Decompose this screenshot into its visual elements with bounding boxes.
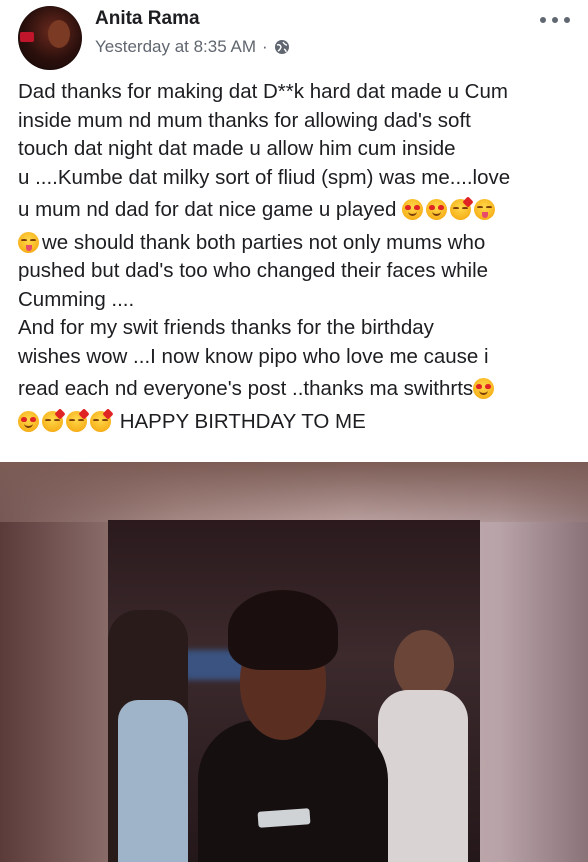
more-options-icon[interactable] <box>540 10 570 30</box>
kissing-heart-emoji <box>90 407 114 432</box>
post-timestamp[interactable]: Yesterday at 8:35 AM <box>95 37 256 57</box>
post-line: pushed but dad's too who changed their f… <box>18 259 489 282</box>
tongue-out-emoji <box>18 231 39 253</box>
post-line-with-emojis: read each nd everyone's post ..thanks ma… <box>18 375 578 404</box>
post-line: wishes wow ...I now know pipo who love m… <box>18 344 489 368</box>
post-line-with-emojis: HAPPY BIRTHDAY TO ME <box>18 407 578 437</box>
heart-eyes-emoji <box>402 199 424 220</box>
heart-eyes-emoji <box>426 199 448 220</box>
kissing-heart-emoji <box>42 407 66 432</box>
post-line-text: u mum nd dad for dat nice game u played <box>18 198 397 221</box>
post-line-text: HAPPY BIRTHDAY TO ME <box>119 409 366 433</box>
post-line: Cumming .... <box>18 287 135 311</box>
post-line: u ....Kumbe dat milky sort of fliud (spm… <box>18 165 511 189</box>
post-line: Dad thanks for making dat D**k hard dat … <box>18 80 508 103</box>
post-line-text: read each nd everyone's post ..thanks ma… <box>18 377 474 400</box>
post-line-text: we should thank both parties not only mu… <box>42 230 486 254</box>
post-header: Anita Rama Yesterday at 8:35 AM · <box>0 0 588 75</box>
photo-subject-area <box>108 520 480 862</box>
meta-separator: · <box>261 37 268 56</box>
post-line: inside mum nd mum thanks for allowing da… <box>18 108 471 132</box>
post-line-with-emojis: we should thank both parties not only mu… <box>18 229 578 258</box>
avatar[interactable] <box>18 6 82 70</box>
heart-eyes-emoji <box>18 410 39 432</box>
post-line-with-emojis: u mum nd dad for dat nice game u played <box>18 196 578 225</box>
post-meta: Yesterday at 8:35 AM · <box>95 37 290 57</box>
kissing-heart-emoji <box>66 407 90 432</box>
post-photo[interactable] <box>0 462 588 862</box>
post-line: touch dat night dat made u allow him cum… <box>18 137 456 160</box>
kissing-heart-emoji <box>450 196 474 220</box>
globe-icon[interactable] <box>274 39 290 55</box>
author-name[interactable]: Anita Rama <box>95 8 200 30</box>
post-message: Dad thanks for making dat D**k hard dat … <box>18 78 578 436</box>
tongue-out-emoji <box>474 199 496 220</box>
post-line: And for my swit friends thanks for the b… <box>18 316 434 339</box>
heart-eyes-emoji <box>473 378 495 399</box>
